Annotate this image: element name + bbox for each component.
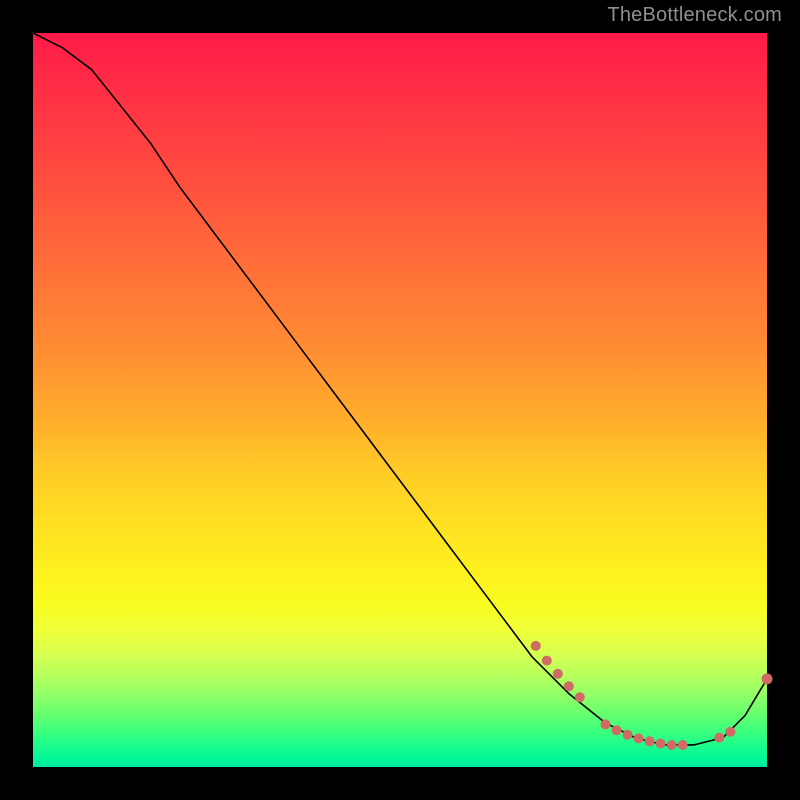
data-point-lower-cluster (678, 740, 688, 750)
data-markers (531, 641, 773, 750)
data-point-lower-cluster (612, 725, 622, 735)
data-point-upper-cluster (553, 669, 563, 679)
data-point-lower-cluster (634, 733, 644, 743)
chart-svg (33, 33, 767, 767)
data-point-tail-cluster (714, 733, 724, 743)
data-point-lower-cluster (667, 740, 677, 750)
data-point-upper-cluster (575, 692, 585, 702)
data-point-lower-cluster (656, 739, 666, 749)
data-point-lower-cluster (623, 730, 633, 740)
bottleneck-curve (33, 33, 767, 745)
data-point-upper-cluster (531, 641, 541, 651)
data-point-upper-cluster (542, 656, 552, 666)
data-point-tail-cluster (725, 727, 735, 737)
chart-container: TheBottleneck.com (0, 0, 800, 800)
data-point-lower-cluster (645, 736, 655, 746)
watermark-text: TheBottleneck.com (607, 4, 782, 27)
data-point-end-point (762, 673, 773, 684)
data-point-upper-cluster (564, 681, 574, 691)
data-point-lower-cluster (601, 719, 611, 729)
